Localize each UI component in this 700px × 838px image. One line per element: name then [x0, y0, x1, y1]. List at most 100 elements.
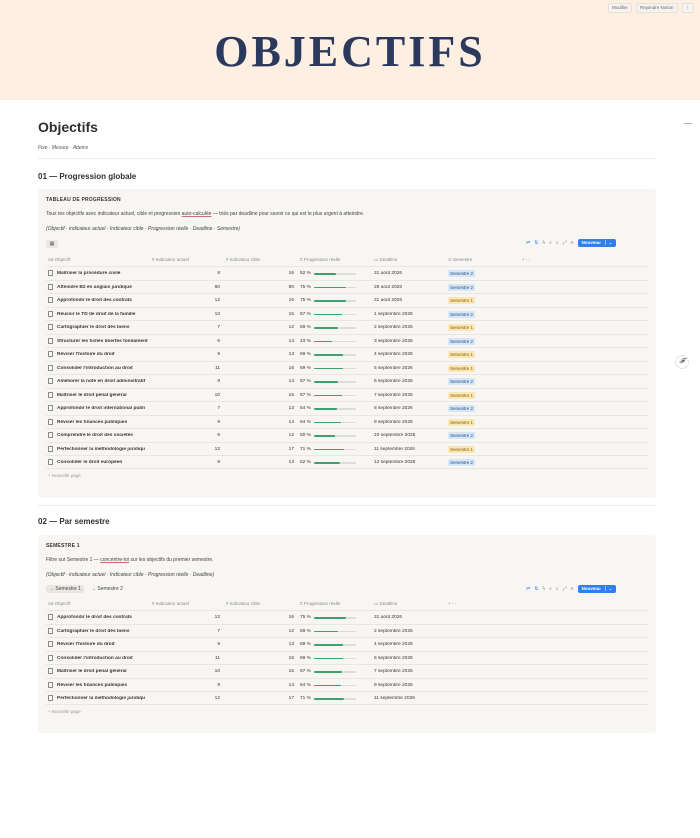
semestre-badge[interactable]: Semestre 2 [448, 283, 476, 291]
table-row[interactable]: Réviser l'histoire du droit 9 13 69 % 4 sept… [46, 637, 648, 651]
cell-indicateur-cible[interactable]: 15 [250, 393, 294, 398]
cell-objectif[interactable]: Perfectionner la méthodologie juridiqu [57, 447, 153, 452]
table-row[interactable]: Consolider l'introduction au droit 11 16 69… [46, 360, 648, 375]
cell-indicateur-actuel[interactable]: 11 [176, 366, 220, 371]
table-row[interactable]: Améliorer la note en droit administratif… [46, 374, 648, 388]
cell-indicateur-cible[interactable]: 15 [250, 312, 294, 317]
cell-objectif[interactable]: Réviser les finances publiques [57, 683, 153, 688]
floating-assistant-icon[interactable]: 𝓕 [675, 355, 689, 369]
cell-indicateur-actuel[interactable]: 9 [176, 420, 220, 425]
cell-deadline[interactable]: 11 septembre 2026 [374, 447, 415, 452]
cell-objectif[interactable]: Maîtriser le droit pénal général [57, 393, 153, 398]
cell-objectif[interactable]: Consolider le droit européen [57, 460, 153, 465]
cell-indicateur-cible[interactable]: 16 [250, 615, 294, 620]
cell-objectif[interactable]: Réviser les finances publiques [57, 420, 153, 425]
table-view-icon[interactable]: ▦ [46, 240, 58, 248]
table-row[interactable]: Structurer les fiches libertés fondament… [46, 333, 648, 348]
cell-deadline[interactable]: 7 septembre 2026 [374, 669, 413, 674]
cell-indicateur-actuel[interactable]: 9 [176, 642, 220, 647]
cell-deadline[interactable]: 31 août 2026 [374, 298, 402, 303]
cell-indicateur-cible[interactable]: 16 [250, 271, 294, 276]
cell-deadline[interactable]: 12 septembre 2026 [374, 460, 415, 465]
cell-deadline[interactable]: 7 septembre 2026 [374, 393, 413, 398]
cell-indicateur-cible[interactable]: 15 [250, 669, 294, 674]
cell-objectif[interactable]: Consolider l'introduction au droit [57, 366, 153, 371]
table-row[interactable]: Cartographier le droit des biens 7 12 58 % 2… [46, 623, 648, 638]
cell-indicateur-actuel[interactable]: 7 [176, 629, 220, 634]
cell-objectif[interactable]: Réussir le TD de droit de la famille [57, 312, 153, 317]
column-indicateur-actuel[interactable]: # Indicateur actuel [152, 601, 189, 606]
sort-icon[interactable]: ⇅ [534, 586, 538, 592]
cell-indicateur-cible[interactable]: 13 [250, 460, 294, 465]
cell-indicateur-actuel[interactable]: 7 [176, 325, 220, 330]
semestre-badge[interactable]: Semestre 1 [448, 418, 476, 426]
cell-deadline[interactable]: 3 septembre 2026 [374, 339, 413, 344]
cell-deadline[interactable]: 5 septembre 2026 [374, 656, 413, 661]
cell-deadline[interactable]: 9 septembre 2026 [374, 683, 413, 688]
semestre-badge[interactable]: Semestre 1 [448, 445, 476, 453]
new-page-button[interactable]: + Nouvelle page [48, 473, 81, 478]
cell-objectif[interactable]: Maîtriser la procédure civile [57, 271, 153, 276]
cell-indicateur-cible[interactable]: 14 [250, 420, 294, 425]
sort-icon[interactable]: ⇅ [534, 240, 538, 246]
cell-indicateur-actuel[interactable]: 11 [176, 656, 220, 661]
cell-indicateur-cible[interactable]: 14 [250, 683, 294, 688]
filter-icon[interactable]: ⇌ [526, 240, 530, 246]
semestre-badge[interactable]: Semestre 2 [448, 337, 476, 345]
edit-button[interactable]: Modifier [607, 3, 632, 13]
cell-indicateur-actuel[interactable]: 8 [176, 460, 220, 465]
semestre-badge[interactable]: Semestre 1 [448, 297, 476, 304]
cell-deadline[interactable]: 2 septembre 2026 [374, 325, 413, 330]
table-row[interactable]: Maîtriser la procédure civile 8 16 52 % 31 a… [46, 266, 648, 280]
column-indicateur-cible[interactable]: # Indicateur cible [226, 257, 260, 262]
cell-indicateur-actuel[interactable]: 7 [176, 406, 220, 411]
cell-indicateur-cible[interactable]: 16 [250, 298, 294, 303]
table-row[interactable]: Comprendre le droit des sociétés 6 12 50 % 1… [46, 428, 648, 442]
automation-icon[interactable]: ϟ [542, 586, 545, 592]
zoom-icon[interactable]: ⌕ [556, 586, 559, 592]
table-row[interactable]: Approfondir le droit des contrats 12 16 75 … [46, 293, 648, 307]
cell-deadline[interactable]: 11 septembre 2026 [374, 696, 415, 701]
tab-semestre-1[interactable]: → Semestre 1 [46, 585, 84, 593]
cell-objectif[interactable]: Réviser l'histoire du droit [57, 352, 153, 357]
cell-objectif[interactable]: Réviser l'histoire du droit [57, 642, 153, 647]
cell-deadline[interactable]: 2 septembre 2026 [374, 629, 413, 634]
cell-objectif[interactable]: Structurer les fiches libertés fondament [57, 339, 153, 344]
cell-indicateur-cible[interactable]: 14 [250, 339, 294, 344]
cell-indicateur-actuel[interactable]: 60 [176, 285, 220, 290]
cell-indicateur-cible[interactable]: 12 [250, 433, 294, 438]
expand-icon[interactable]: ⤢ [563, 586, 567, 592]
cell-indicateur-actuel[interactable]: 6 [176, 339, 220, 344]
cell-indicateur-actuel[interactable]: 12 [176, 615, 220, 620]
settings-icon[interactable]: ≡ [571, 586, 574, 592]
table-row[interactable]: Réussir le TD de droit de la famille 10 15… [46, 306, 648, 321]
semestre-badge[interactable]: Semestre 2 [448, 405, 476, 412]
table-row[interactable]: Maîtriser le droit pénal général 10 15 67 %… [46, 664, 648, 678]
cell-indicateur-cible[interactable]: 17 [250, 447, 294, 452]
cell-deadline[interactable]: 4 septembre 2026 [374, 352, 413, 357]
table-row[interactable]: Consolider le droit européen 8 13 62 % 12 se… [46, 455, 648, 469]
table-row[interactable]: Perfectionner la méthodologie juridiqu 12… [46, 441, 648, 456]
table-row[interactable]: Cartographier le droit des biens 7 12 58 % 2… [46, 320, 648, 334]
column-objectif[interactable]: Aa Objectif [48, 601, 70, 606]
cell-objectif[interactable]: Approfondir le droit international publi [57, 406, 153, 411]
table-row[interactable]: Maîtriser le droit pénal général 10 15 67 %… [46, 387, 648, 402]
cell-indicateur-actuel[interactable]: 9 [176, 352, 220, 357]
semestre-badge[interactable]: Semestre 1 [448, 324, 476, 331]
cell-indicateur-actuel[interactable]: 9 [176, 683, 220, 688]
cell-indicateur-actuel[interactable]: 10 [176, 669, 220, 674]
cell-objectif[interactable]: Cartographier le droit des biens [57, 325, 153, 330]
search-icon[interactable]: ⌕ [549, 240, 552, 246]
filter-icon[interactable]: ⇌ [526, 586, 530, 592]
cell-objectif[interactable]: Approfondir le droit des contrats [57, 615, 153, 620]
semestre-badge[interactable]: Semestre 1 [448, 391, 476, 399]
cell-indicateur-actuel[interactable]: 8 [176, 379, 220, 384]
zoom-icon[interactable]: ⌕ [556, 240, 559, 246]
cell-indicateur-cible[interactable]: 16 [250, 366, 294, 371]
cell-objectif[interactable]: Améliorer la note en droit administratif [57, 379, 153, 384]
cell-indicateur-actuel[interactable]: 6 [176, 433, 220, 438]
table-row[interactable]: Approfondir le droit des contrats 12 16 75 … [46, 610, 648, 624]
cell-deadline[interactable]: 5 septembre 2026 [374, 366, 413, 371]
tab-semestre-2[interactable]: → Semestre 2 [88, 585, 126, 593]
column-indicateur-cible[interactable]: # Indicateur cible [226, 601, 260, 606]
